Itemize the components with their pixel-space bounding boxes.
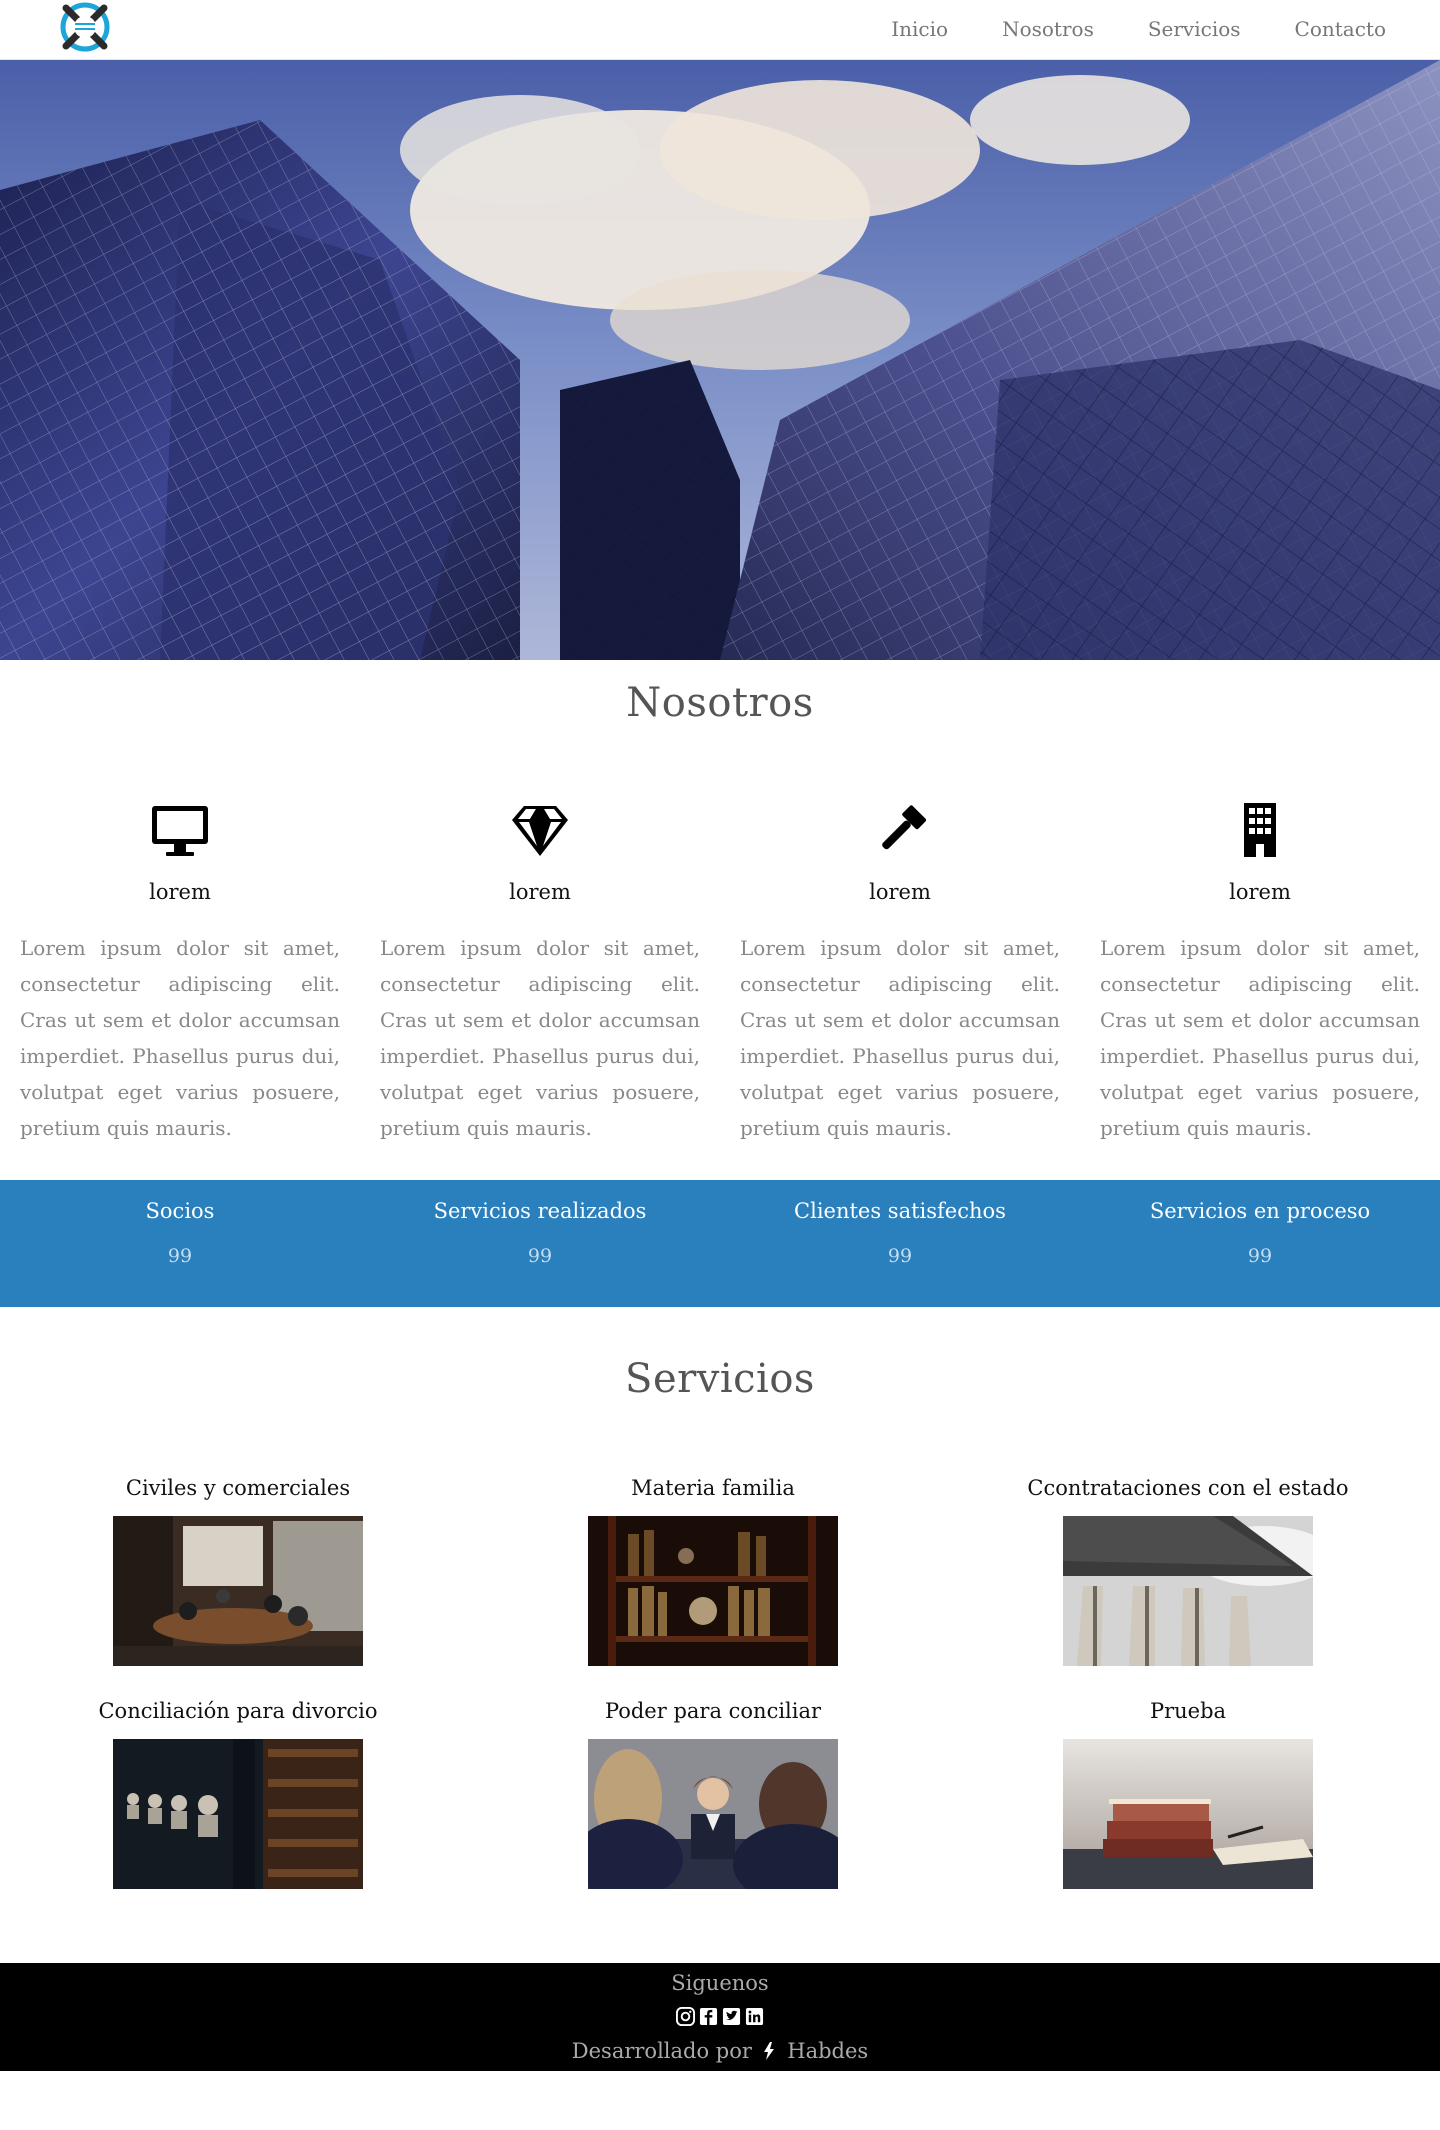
- nav-link-contacto[interactable]: Contacto: [1295, 17, 1386, 41]
- service-card[interactable]: Prueba: [978, 1699, 1398, 1889]
- feature-title: lorem: [149, 880, 211, 904]
- service-card[interactable]: Ccontrataciones con el estado: [978, 1476, 1398, 1666]
- feature-title: lorem: [509, 880, 571, 904]
- hero-image: [0, 60, 1440, 660]
- stat-item: Servicios en proceso 99: [1080, 1180, 1440, 1267]
- feature-card: lorem Lorem ipsum dolor sit amet, consec…: [20, 800, 340, 1146]
- library-busts-photo[interactable]: [113, 1739, 363, 1889]
- bookshelf-photo[interactable]: [588, 1516, 838, 1666]
- service-title: Poder para conciliar: [604, 1699, 822, 1723]
- stat-value: 99: [1247, 1245, 1273, 1267]
- service-card[interactable]: Poder para conciliar: [503, 1699, 923, 1889]
- feature-text: Lorem ipsum dolor sit amet, consectetur …: [1100, 936, 1420, 1140]
- nav-link-inicio[interactable]: Inicio: [891, 17, 948, 41]
- feature-text: Lorem ipsum dolor sit amet, consectetur …: [740, 936, 1060, 1140]
- service-title: Materia familia: [631, 1476, 795, 1500]
- stat-label: Servicios en proceso: [1149, 1199, 1371, 1223]
- credit-brand[interactable]: Habdes: [787, 2039, 868, 2063]
- feature-text: Lorem ipsum dolor sit amet, consectetur …: [20, 936, 340, 1140]
- main-nav: Inicio Nosotros Servicios Contacto: [891, 0, 1386, 58]
- stat-item: Socios 99: [0, 1180, 360, 1267]
- service-card[interactable]: Conciliación para divorcio: [28, 1699, 448, 1889]
- stat-item: Servicios realizados 99: [360, 1180, 720, 1267]
- gavel-icon: [882, 805, 927, 850]
- credit-prefix: Desarrollado por: [571, 2039, 752, 2063]
- services-title: Servicios: [625, 1356, 815, 1402]
- columns-photo[interactable]: [1063, 1516, 1313, 1666]
- about-title: Nosotros: [626, 680, 814, 726]
- stat-value: 99: [887, 1245, 913, 1267]
- bolt-icon: [763, 2042, 774, 2060]
- service-card[interactable]: Civiles y comerciales: [28, 1476, 448, 1666]
- diamond-icon: [512, 806, 568, 856]
- skyscrapers-photo: [0, 60, 1440, 660]
- stats-bar: Socios 99 Servicios realizados 99 Client…: [0, 1180, 1440, 1307]
- twitter-icon[interactable]: [722, 2007, 741, 2026]
- service-title: Prueba: [1149, 1699, 1227, 1723]
- meeting-room-photo[interactable]: [113, 1516, 363, 1666]
- social-links: [0, 2007, 1440, 2026]
- service-card[interactable]: Materia familia: [503, 1476, 923, 1666]
- stat-item: Clientes satisfechos 99: [720, 1180, 1080, 1267]
- service-title: Conciliación para divorcio: [98, 1699, 378, 1723]
- stat-value: 99: [167, 1245, 193, 1267]
- stat-label: Socios: [145, 1199, 215, 1223]
- credit-line: Desarrollado por Habdes: [0, 2039, 1440, 2063]
- feature-card: lorem Lorem ipsum dolor sit amet, consec…: [1100, 800, 1420, 1146]
- feature-card: lorem Lorem ipsum dolor sit amet, consec…: [740, 800, 1060, 1146]
- service-title: Ccontrataciones con el estado: [1027, 1476, 1349, 1500]
- feature-text: Lorem ipsum dolor sit amet, consectetur …: [380, 936, 700, 1140]
- company-logo[interactable]: [60, 2, 110, 52]
- books-desk-photo[interactable]: [1063, 1739, 1313, 1889]
- follow-label: Siguenos: [671, 1971, 769, 1995]
- footer: Siguenos Desarrollado por Habdes: [0, 1963, 1440, 2071]
- feature-card: lorem Lorem ipsum dolor sit amet, consec…: [380, 800, 700, 1146]
- service-title: Civiles y comerciales: [125, 1476, 351, 1500]
- building-icon: [1244, 803, 1276, 857]
- navbar: Inicio Nosotros Servicios Contacto: [0, 0, 1440, 60]
- desktop-icon: [152, 806, 208, 856]
- feature-title: lorem: [869, 880, 931, 904]
- nav-link-servicios[interactable]: Servicios: [1148, 17, 1241, 41]
- interview-photo[interactable]: [588, 1739, 838, 1889]
- instagram-icon[interactable]: [676, 2007, 695, 2026]
- features-grid: lorem Lorem ipsum dolor sit amet, consec…: [20, 800, 1420, 1160]
- stat-label: Servicios realizados: [433, 1199, 647, 1223]
- feature-title: lorem: [1229, 880, 1291, 904]
- nav-link-nosotros[interactable]: Nosotros: [1002, 17, 1094, 41]
- stat-label: Clientes satisfechos: [794, 1199, 1006, 1223]
- facebook-icon[interactable]: [699, 2007, 718, 2026]
- stat-value: 99: [527, 1245, 553, 1267]
- linkedin-icon[interactable]: [745, 2007, 764, 2026]
